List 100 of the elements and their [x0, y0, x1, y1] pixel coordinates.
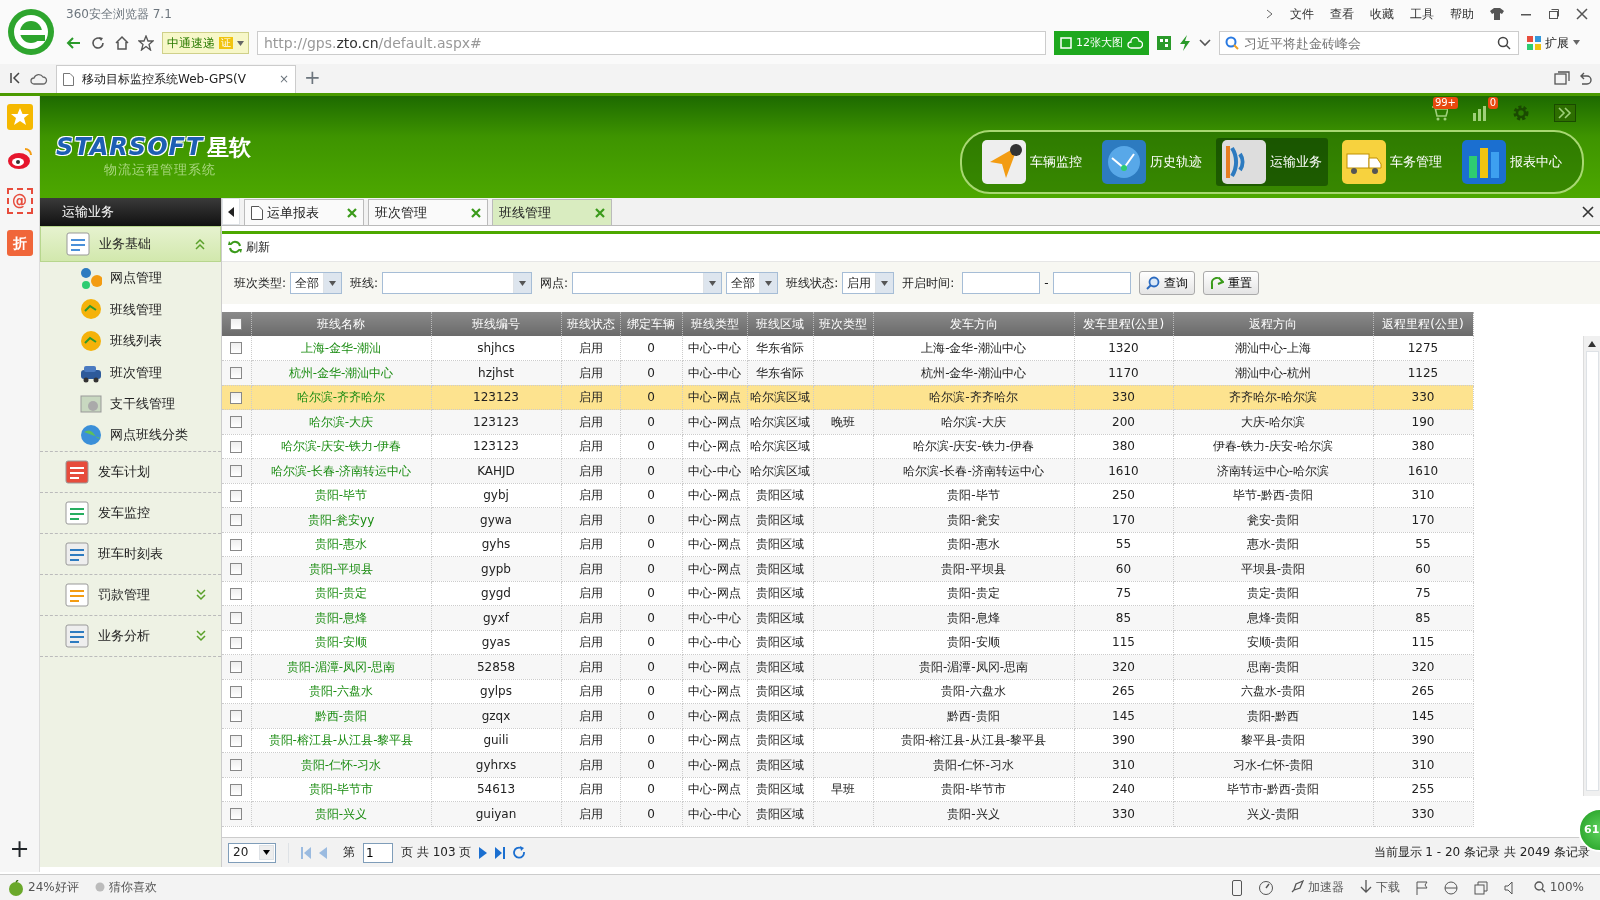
column-header[interactable]: 发车里程(公里) [1074, 312, 1173, 336]
row-checkbox[interactable] [230, 367, 243, 380]
sidebar-item[interactable]: 业务基础 [40, 226, 221, 262]
route-link[interactable]: 贵阳-湄潭-凤冈-思南 [251, 654, 431, 679]
sidebar-item[interactable]: 罚款管理 [40, 574, 221, 616]
first-page-icon[interactable] [301, 846, 311, 859]
phone-icon[interactable] [1231, 879, 1242, 896]
speed-icon[interactable] [1257, 879, 1274, 896]
route-link[interactable]: 贵阳-贵定 [251, 581, 431, 606]
new-tab-button[interactable]: + [304, 65, 321, 89]
nav-button[interactable]: 运输业务 [1216, 138, 1328, 186]
sidebar-subitem[interactable]: 网点班线分类 [40, 419, 221, 452]
back-icon[interactable] [66, 35, 82, 51]
row-checkbox[interactable] [230, 440, 243, 453]
reload-icon[interactable] [90, 35, 106, 51]
row-checkbox[interactable] [230, 710, 243, 723]
recommend-link[interactable]: 猜你喜欢 [94, 880, 157, 895]
column-header[interactable]: 返程方向 [1173, 312, 1373, 336]
nav-button[interactable]: 历史轨迹 [1096, 138, 1208, 186]
qr-code-icon[interactable] [1157, 36, 1171, 50]
refresh-icon[interactable] [513, 846, 527, 859]
column-header[interactable]: 绑定车辆 [620, 312, 682, 336]
home-icon[interactable] [114, 35, 130, 51]
sidebar-subitem[interactable]: 班线列表 [40, 325, 221, 357]
zoom-button[interactable]: 100% [1533, 880, 1584, 895]
row-checkbox[interactable] [230, 489, 243, 502]
tab[interactable]: 运单报表 [244, 199, 364, 225]
route-link[interactable]: 哈尔滨-长春-济南转运中心 [251, 458, 431, 483]
image-button[interactable]: 12张大图 [1054, 31, 1149, 55]
column-header[interactable]: 班线类型 [682, 312, 747, 336]
tab[interactable]: 班线管理 [492, 199, 612, 225]
next-page-icon[interactable] [479, 846, 488, 859]
sidebar-subitem[interactable]: 网点管理 [40, 262, 221, 294]
browser-icon[interactable] [1443, 880, 1458, 895]
page-size-dropdown[interactable]: 20 [228, 842, 276, 863]
extensions-button[interactable]: 扩展 [1527, 35, 1580, 51]
filter-button[interactable]: 重置 [1202, 271, 1259, 295]
copy-icon[interactable] [1473, 880, 1488, 895]
date-field[interactable] [1052, 272, 1131, 294]
sidebar-subitem[interactable]: 班线管理 [40, 293, 221, 326]
rating-label[interactable]: 24%好评 [8, 879, 79, 896]
row-checkbox[interactable] [230, 391, 243, 404]
sidebar-subitem[interactable]: 支干线管理 [40, 388, 221, 420]
browser-tab[interactable]: 移动目标监控系统Web-GPS(V × [56, 65, 296, 93]
select-all-checkbox[interactable] [230, 318, 243, 331]
search-field[interactable]: 习近平将赴金砖峰会 [1219, 31, 1519, 55]
dropdown-field[interactable] [572, 272, 723, 294]
close-icon[interactable] [1576, 8, 1588, 20]
sidebar-item[interactable]: 班车时刻表 [40, 533, 221, 575]
route-link[interactable]: 贵阳-六盘水 [251, 679, 431, 704]
sidebar-subitem[interactable]: 班次管理 [40, 356, 221, 389]
row-checkbox[interactable] [230, 612, 243, 625]
column-header[interactable]: 班线状态 [561, 312, 620, 336]
route-link[interactable]: 贵阳-安顺 [251, 630, 431, 655]
row-checkbox[interactable] [230, 416, 243, 429]
dropdown-field[interactable]: 全部 [726, 272, 779, 294]
sidebar-toggle-icon[interactable] [8, 71, 22, 85]
bar-chart-icon[interactable] [1472, 105, 1488, 121]
route-link[interactable]: 贵阳-毕节市 [251, 777, 431, 802]
route-link[interactable]: 贵阳-瓮安yy [251, 507, 431, 532]
last-page-icon[interactable] [495, 846, 506, 859]
star-icon[interactable] [138, 35, 154, 51]
undo-icon[interactable] [1578, 71, 1592, 85]
menu-item[interactable]: 文件 [1290, 6, 1314, 22]
route-link[interactable]: 哈尔滨-齐齐哈尔 [251, 385, 431, 410]
menu-item[interactable]: 收藏 [1370, 6, 1394, 22]
route-link[interactable]: 贵阳-惠水 [251, 532, 431, 557]
route-link[interactable]: 贵阳-毕节 [251, 483, 431, 508]
row-checkbox[interactable] [230, 514, 243, 527]
dropdown-field[interactable] [382, 272, 533, 294]
date-field[interactable] [962, 272, 1041, 294]
row-checkbox[interactable] [230, 465, 243, 478]
sidebar-item[interactable]: 发车监控 [40, 492, 221, 534]
cart-icon[interactable] [1432, 105, 1448, 121]
column-header[interactable]: 班线名称 [251, 312, 431, 336]
nav-button[interactable]: 车务管理 [1336, 138, 1448, 186]
tab[interactable]: 班次管理 [368, 199, 488, 225]
flag-icon[interactable] [1415, 880, 1428, 895]
row-checkbox[interactable] [230, 661, 243, 674]
column-header[interactable]: 发车方向 [873, 312, 1074, 336]
scrollbar[interactable] [1583, 336, 1600, 796]
filter-button[interactable]: 查询 [1138, 271, 1195, 295]
sidebar-item[interactable]: 业务分析 [40, 615, 221, 657]
column-header[interactable]: 班线编号 [431, 312, 561, 336]
lightning-icon[interactable] [1179, 35, 1191, 51]
menu-item[interactable]: 查看 [1330, 6, 1354, 22]
dropdown-field[interactable]: 全部 [290, 272, 343, 294]
row-checkbox[interactable] [230, 563, 243, 576]
row-checkbox[interactable] [230, 783, 243, 796]
menu-item[interactable]: 帮助 [1450, 6, 1474, 22]
previous-page-icon[interactable] [319, 846, 327, 859]
route-link[interactable]: 杭州-金华-潮汕中心 [251, 360, 431, 385]
mail-button[interactable]: @ [6, 188, 33, 214]
forward-icon[interactable] [1554, 104, 1576, 122]
route-link[interactable]: 黔西-贵阳 [251, 703, 431, 728]
nav-button[interactable]: 报表中心 [1456, 138, 1568, 186]
row-checkbox[interactable] [230, 685, 243, 698]
discount-button[interactable]: 折 [6, 230, 33, 256]
route-link[interactable]: 哈尔滨-庆安-铁力-伊春 [251, 434, 431, 459]
route-link[interactable]: 贵阳-息烽 [251, 605, 431, 630]
